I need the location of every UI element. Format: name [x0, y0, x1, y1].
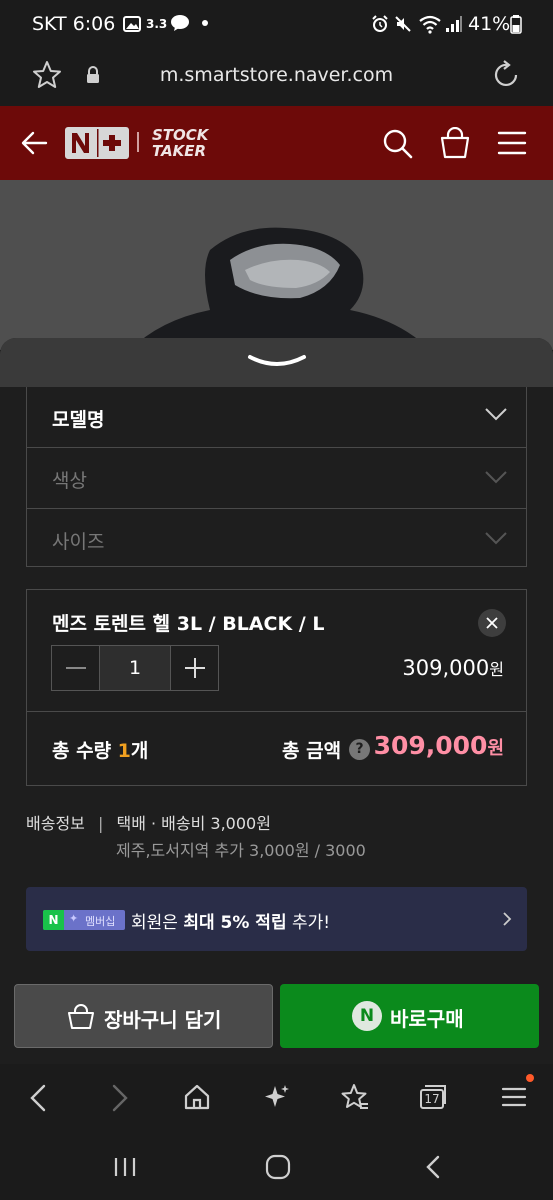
selected-item-name: 멘즈 토렌트 헬 3L / BLACK / L: [52, 613, 325, 635]
browser-back-icon[interactable]: [28, 1084, 48, 1112]
menu-icon[interactable]: [497, 130, 527, 156]
selected-item-box: 멘즈 토렌트 헬 3L / BLACK / L 1 309,000원 총 수량 …: [26, 589, 527, 786]
membership-text-bold: 최대 5% 적립: [183, 913, 287, 933]
option-model-dropdown[interactable]: 모델명: [27, 387, 526, 448]
talk-icon: [171, 15, 189, 31]
home-icon[interactable]: [183, 1083, 211, 1111]
naver-plus-logo: [65, 127, 129, 159]
shipping-label: 배송정보: [26, 814, 85, 833]
shipping-method: 택배 · 배송비 3,000원: [116, 814, 271, 833]
gallery-icon: [123, 16, 141, 32]
shipping-info: 배송정보 | 택배 · 배송비 3,000원: [26, 810, 271, 834]
quantity-increase-button[interactable]: [170, 646, 218, 690]
brand-logo: STOCK TAKER: [152, 127, 208, 159]
membership-badge: N ✦ 멤버십: [43, 910, 125, 930]
total-quantity: 총 수량 1개: [52, 736, 148, 763]
signal-icon: [446, 16, 462, 32]
buy-now-label: 바로구매: [390, 1007, 464, 1031]
notification-dot: [202, 20, 208, 26]
system-back-icon[interactable]: [424, 1155, 442, 1181]
browser-url-bar: m.smartstore.naver.com: [0, 48, 553, 106]
sparkle-icon[interactable]: [263, 1083, 291, 1111]
total-qty-prefix: 총 수량: [52, 740, 118, 762]
total-amount: 309,000원: [374, 731, 504, 760]
quantity-input[interactable]: 1: [100, 646, 170, 690]
membership-text-suffix: 추가!: [286, 913, 331, 933]
buy-now-button[interactable]: N 바로구매: [280, 984, 539, 1048]
tabs-count: 17: [424, 1092, 440, 1106]
chevron-down-icon: [485, 408, 507, 421]
mute-icon: [395, 16, 411, 32]
membership-badge-text: 멤버십: [85, 915, 116, 928]
alarm-icon: [372, 15, 388, 32]
tabs-button[interactable]: 17: [419, 1084, 447, 1110]
remove-item-button[interactable]: [478, 609, 506, 637]
total-qty-value: 1: [117, 740, 131, 762]
battery-icon: [510, 15, 522, 34]
weather-temp: 3.3: [146, 17, 168, 31]
option-bottom-sheet: 모델명 색상 사이즈 멘즈 토렌트 헬 3L / BLACK / L 1 309…: [0, 338, 553, 1064]
plus-icon: [185, 658, 205, 678]
recent-apps-icon[interactable]: [113, 1156, 137, 1178]
membership-banner[interactable]: N ✦ 멤버십 회원은 최대 5% 적립 추가!: [26, 887, 527, 951]
item-price-unit: 원: [489, 660, 504, 679]
naver-pay-icon: N: [352, 1001, 382, 1031]
quantity-decrease-button[interactable]: [52, 646, 100, 690]
product-image: [0, 180, 553, 350]
total-amount-unit: 원: [487, 738, 504, 759]
total-amount-label: 총 금액: [282, 740, 342, 762]
option-size-label: 사이즈: [52, 531, 105, 553]
brand-line-1: STOCK: [152, 126, 209, 144]
option-color-label: 색상: [52, 470, 87, 492]
back-arrow-icon[interactable]: [20, 130, 48, 156]
jacket-image: [130, 227, 430, 350]
chevron-right-icon: [503, 912, 512, 926]
shopping-bag-icon: [68, 1004, 94, 1029]
battery-level: 41%: [468, 13, 511, 35]
shipping-extra: 제주,도서지역 추가 3,000원 / 3000: [116, 841, 366, 860]
bookmarks-icon[interactable]: [340, 1082, 370, 1112]
quantity-stepper: 1: [51, 645, 219, 691]
minus-icon: [66, 667, 86, 669]
system-navigation-bar: [0, 1130, 553, 1200]
add-to-cart-button[interactable]: 장바구니 담기: [14, 984, 273, 1048]
url-text[interactable]: m.smartstore.naver.com: [0, 64, 553, 86]
browser-forward-icon[interactable]: [110, 1084, 130, 1112]
item-price: 309,000원: [402, 656, 504, 680]
chevron-down-icon[interactable]: [247, 353, 307, 371]
chevron-down-icon: [485, 471, 507, 484]
brand-line-2: TAKER: [152, 142, 207, 160]
membership-text-prefix: 회원은: [131, 913, 184, 933]
option-model-label: 모델명: [52, 409, 105, 431]
total-qty-suffix: 개: [130, 740, 149, 762]
plus-sparkle-icon: ✦: [69, 912, 79, 925]
chevron-down-icon: [485, 532, 507, 545]
add-to-cart-label: 장바구니 담기: [104, 1008, 222, 1032]
sheet-handle[interactable]: [0, 338, 553, 387]
naver-n-icon: N: [43, 910, 64, 930]
reload-icon[interactable]: [492, 60, 522, 90]
option-selector-group: 모델명 색상 사이즈: [26, 387, 527, 567]
browser-toolbar: 17: [0, 1064, 553, 1130]
shipping-separator: |: [97, 814, 104, 833]
option-color-dropdown[interactable]: 색상: [27, 448, 526, 509]
item-price-value: 309,000: [402, 656, 490, 680]
membership-text: 회원은 최대 5% 적립 추가!: [131, 908, 330, 933]
status-time: SKT 6:06: [32, 13, 116, 35]
site-header: STOCK TAKER: [0, 106, 553, 180]
cart-icon[interactable]: [439, 127, 471, 159]
close-icon: [486, 617, 498, 629]
home-button-icon[interactable]: [265, 1154, 291, 1180]
menu-icon[interactable]: [501, 1086, 527, 1108]
logo-divider: [137, 132, 139, 152]
option-size-dropdown[interactable]: 사이즈: [27, 509, 526, 570]
wifi-icon: [419, 15, 441, 34]
total-amount-value: 309,000: [373, 731, 488, 760]
search-icon[interactable]: [382, 128, 414, 160]
divider: [27, 711, 526, 712]
status-bar: SKT 6:06 3.3 41%: [0, 0, 553, 48]
help-icon[interactable]: ?: [349, 739, 370, 760]
menu-notification-dot: [526, 1074, 534, 1082]
